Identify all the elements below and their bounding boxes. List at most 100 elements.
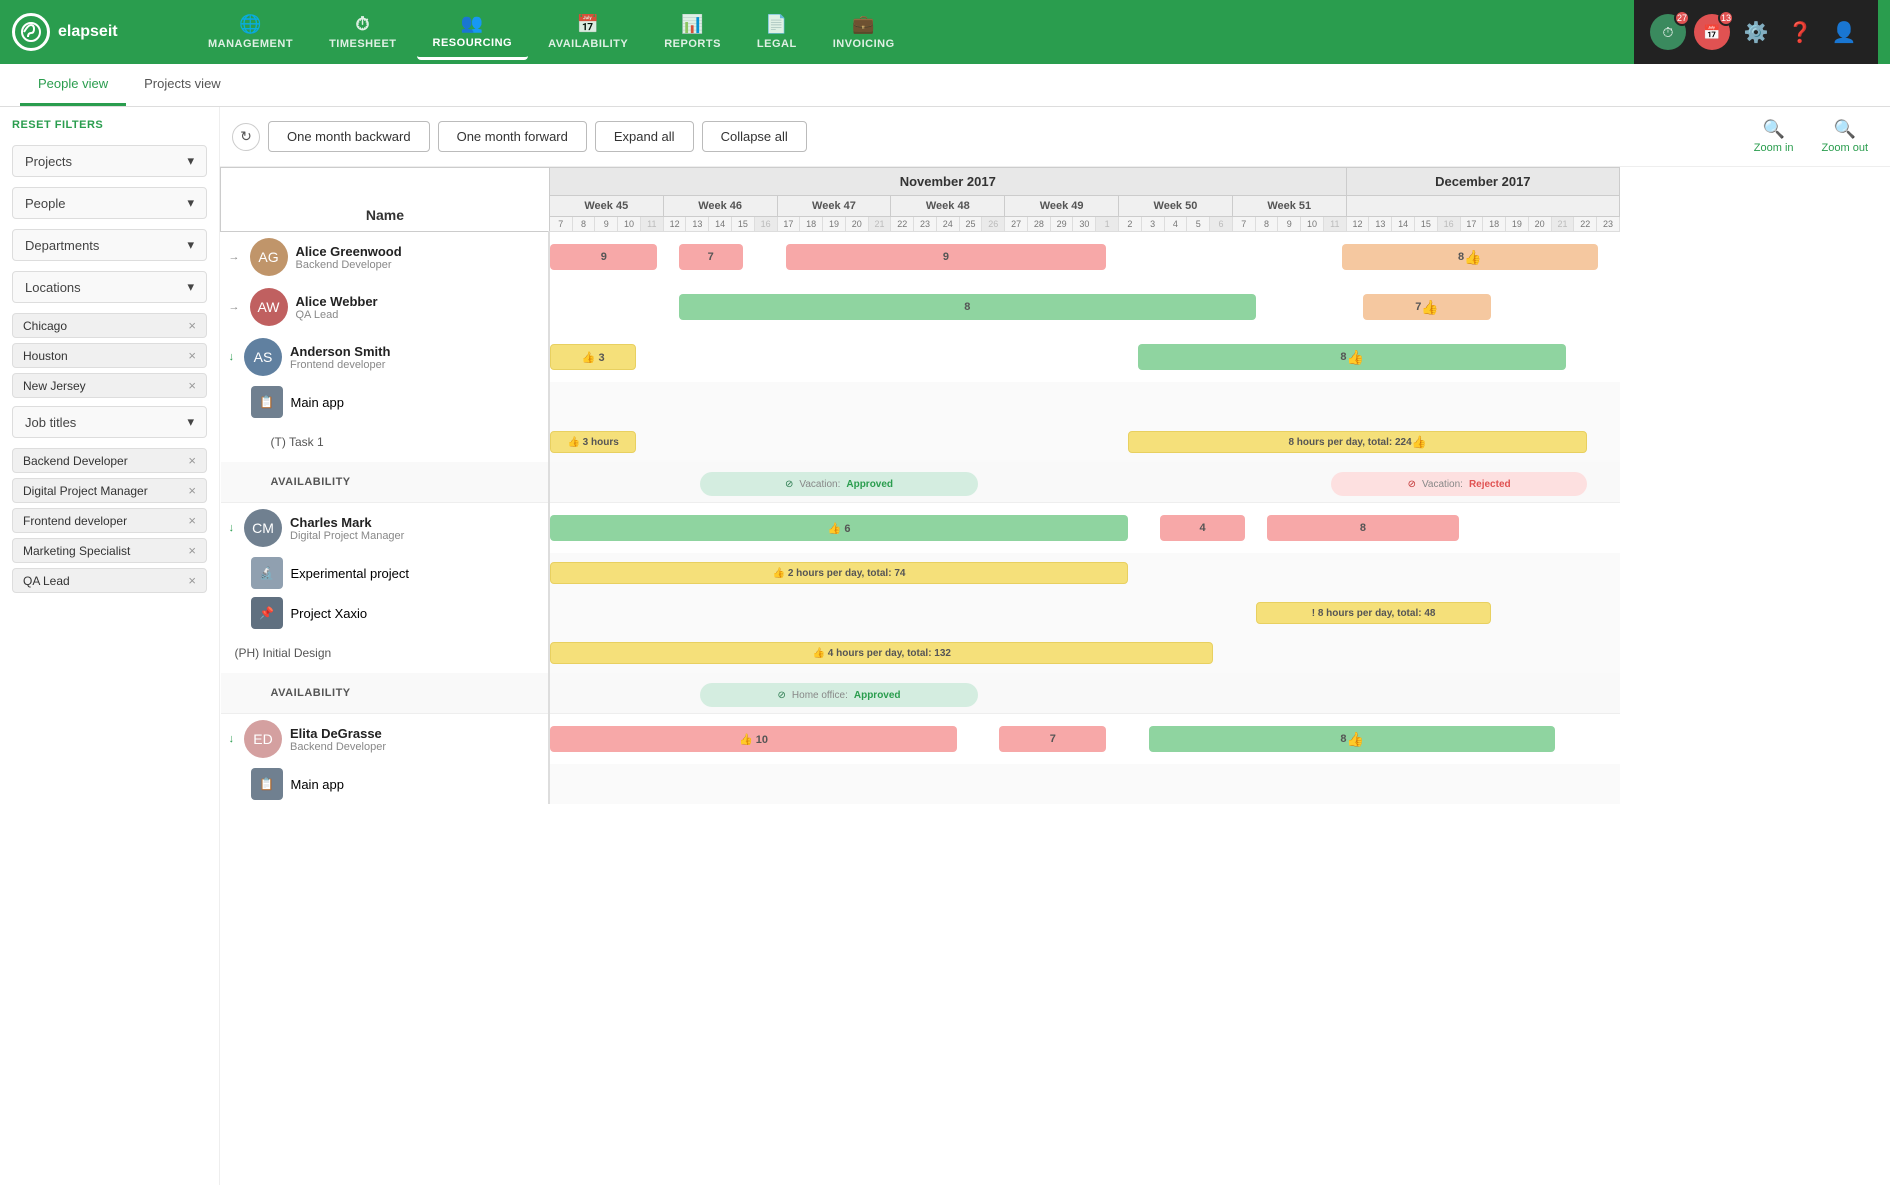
- nav-availability[interactable]: 📅 AVAILABILITY: [532, 6, 644, 58]
- nav-resourcing[interactable]: 👥 RESOURCING: [417, 5, 529, 60]
- one-month-backward-button[interactable]: One month backward: [268, 121, 430, 152]
- calendar-icon: 📅: [1703, 24, 1720, 41]
- day-13a: 13: [1369, 217, 1392, 232]
- remove-new-jersey-button[interactable]: ×: [188, 378, 196, 393]
- anderson-availability-row: AVAILABILITY ⊘ Vacation: Approved ⊘: [221, 462, 1620, 503]
- day-18: 18: [800, 217, 823, 232]
- tab-people-view[interactable]: People view: [20, 64, 126, 106]
- departments-dropdown-icon: ▾: [187, 237, 194, 253]
- locations-filter[interactable]: Locations ▾: [12, 271, 207, 303]
- reset-filters-button[interactable]: RESET FILTERS: [12, 119, 207, 131]
- day-17: 17: [777, 217, 800, 232]
- day-25: 25: [959, 217, 982, 232]
- people-filter-label: People: [25, 196, 65, 211]
- alice-greenwood-avatar: AG: [250, 238, 288, 276]
- day-19a: 19: [1506, 217, 1529, 232]
- anderson-task1-name-cell: (T) Task 1: [221, 422, 550, 462]
- expand-charles-mark[interactable]: ↓: [229, 522, 235, 534]
- help-button[interactable]: ❓: [1782, 14, 1818, 50]
- expand-elita-degrasse[interactable]: ↓: [229, 733, 235, 745]
- nav-timesheet[interactable]: ⏱ TIMESHEET: [313, 6, 412, 58]
- day-22: 22: [891, 217, 914, 232]
- day-10a: 10: [1301, 217, 1324, 232]
- nav-invoicing[interactable]: 💼 INVOICING: [817, 6, 911, 58]
- expand-alice-greenwood[interactable]: →: [229, 251, 240, 263]
- day-4a: 4: [1164, 217, 1187, 232]
- charles-experimental-name-cell: 🔬 Experimental project: [221, 553, 550, 593]
- alice-greenwood-name-cell: → AG Alice Greenwood Backend Developer: [221, 232, 550, 283]
- week-47: Week 47: [777, 196, 891, 217]
- people-filter[interactable]: People ▾: [12, 187, 207, 219]
- remove-houston-button[interactable]: ×: [188, 348, 196, 363]
- calendar-badge-btn[interactable]: 📅 13: [1694, 14, 1730, 50]
- jobtitle-tag-frontend: Frontend developer ×: [12, 508, 207, 533]
- management-icon: 🌐: [239, 14, 262, 35]
- day-13: 13: [686, 217, 709, 232]
- anderson-task1-row: (T) Task 1 👍 3 hours 8 hours per day, to…: [221, 422, 1620, 462]
- nav-management[interactable]: 🌐 MANAGEMENT: [192, 6, 309, 58]
- refresh-button[interactable]: ↻: [232, 123, 260, 151]
- day-1a: 1: [1096, 217, 1119, 232]
- logo-text: elapseit: [58, 23, 118, 41]
- departments-filter[interactable]: Departments ▾: [12, 229, 207, 261]
- collapse-all-button[interactable]: Collapse all: [702, 121, 807, 152]
- remove-marketing-button[interactable]: ×: [188, 543, 196, 558]
- job-titles-filter[interactable]: Job titles ▾: [12, 406, 207, 438]
- location-tag-new-jersey: New Jersey ×: [12, 373, 207, 398]
- people-dropdown-icon: ▾: [187, 195, 194, 211]
- elita-mainapp-gantt-cell: [549, 764, 1619, 804]
- week-51: Week 51: [1232, 196, 1346, 217]
- timer-badge-btn[interactable]: ⏱ 27: [1650, 14, 1686, 50]
- remove-chicago-button[interactable]: ×: [188, 318, 196, 333]
- departments-filter-label: Departments: [25, 238, 99, 253]
- remove-qa-button[interactable]: ×: [188, 573, 196, 588]
- charles-xaxio-row: 📌 Project Xaxio ! 8 hours per day, total…: [221, 593, 1620, 633]
- vacation-circle-icon-1: ⊘: [785, 479, 793, 490]
- nav-reports[interactable]: 📊 REPORTS: [648, 6, 737, 58]
- nav-legal[interactable]: 📄 LEGAL: [741, 6, 813, 58]
- day-6a: 6: [1210, 217, 1233, 232]
- expand-anderson-smith[interactable]: ↓: [229, 351, 235, 363]
- day-20a: 20: [1528, 217, 1551, 232]
- november-header: November 2017: [549, 168, 1346, 196]
- day-15: 15: [732, 217, 755, 232]
- zoom-in-button[interactable]: 🔍 Zoom in: [1744, 117, 1804, 156]
- day-8a: 8: [1255, 217, 1278, 232]
- day-9a: 9: [1278, 217, 1301, 232]
- anderson-mainapp-row: 📋 Main app: [221, 382, 1620, 422]
- legal-icon: 📄: [765, 14, 788, 35]
- invoicing-icon: 💼: [852, 14, 875, 35]
- zoom-out-button[interactable]: 🔍 Zoom out: [1812, 117, 1878, 156]
- day-18a: 18: [1483, 217, 1506, 232]
- projects-filter[interactable]: Projects ▾: [12, 145, 207, 177]
- gantt-scroll[interactable]: Name November 2017 December 2017 Week 45…: [220, 167, 1890, 1185]
- week-50: Week 50: [1119, 196, 1233, 217]
- settings-button[interactable]: ⚙️: [1738, 14, 1774, 50]
- remove-frontend-button[interactable]: ×: [188, 513, 196, 528]
- projects-filter-label: Projects: [25, 154, 72, 169]
- toolbar: ↻ One month backward One month forward E…: [220, 107, 1890, 167]
- elita-mainapp-row: 📋 Main app: [221, 764, 1620, 804]
- expand-alice-webber[interactable]: →: [229, 301, 240, 313]
- one-month-forward-button[interactable]: One month forward: [438, 121, 587, 152]
- remove-dpm-button[interactable]: ×: [188, 483, 196, 498]
- expand-all-button[interactable]: Expand all: [595, 121, 694, 152]
- user-button[interactable]: 👤: [1826, 14, 1862, 50]
- logo[interactable]: elapseit: [12, 13, 172, 51]
- elita-degrasse-name-cell: ↓ ED Elita DeGrasse Backend Developer: [221, 714, 550, 765]
- person-row-charles-mark: ↓ CM Charles Mark Digital Project Manage…: [221, 503, 1620, 554]
- charles-mark-name-cell: ↓ CM Charles Mark Digital Project Manage…: [221, 503, 550, 554]
- tab-projects-view[interactable]: Projects view: [126, 64, 239, 106]
- alice-webber-name-cell: → AW Alice Webber QA Lead: [221, 282, 550, 332]
- anderson-mainapp-name-cell: 📋 Main app: [221, 382, 550, 422]
- day-11: 11: [640, 217, 663, 232]
- remove-backend-button[interactable]: ×: [188, 453, 196, 468]
- december-header: December 2017: [1346, 168, 1619, 196]
- zoom-in-icon: 🔍: [1762, 119, 1784, 140]
- content-area: ↻ One month backward One month forward E…: [220, 107, 1890, 1185]
- day-23: 23: [914, 217, 937, 232]
- day-10: 10: [618, 217, 641, 232]
- person-row-alice-greenwood: → AG Alice Greenwood Backend Developer: [221, 232, 1620, 283]
- day-30: 30: [1073, 217, 1096, 232]
- alice-webber-avatar: AW: [250, 288, 288, 326]
